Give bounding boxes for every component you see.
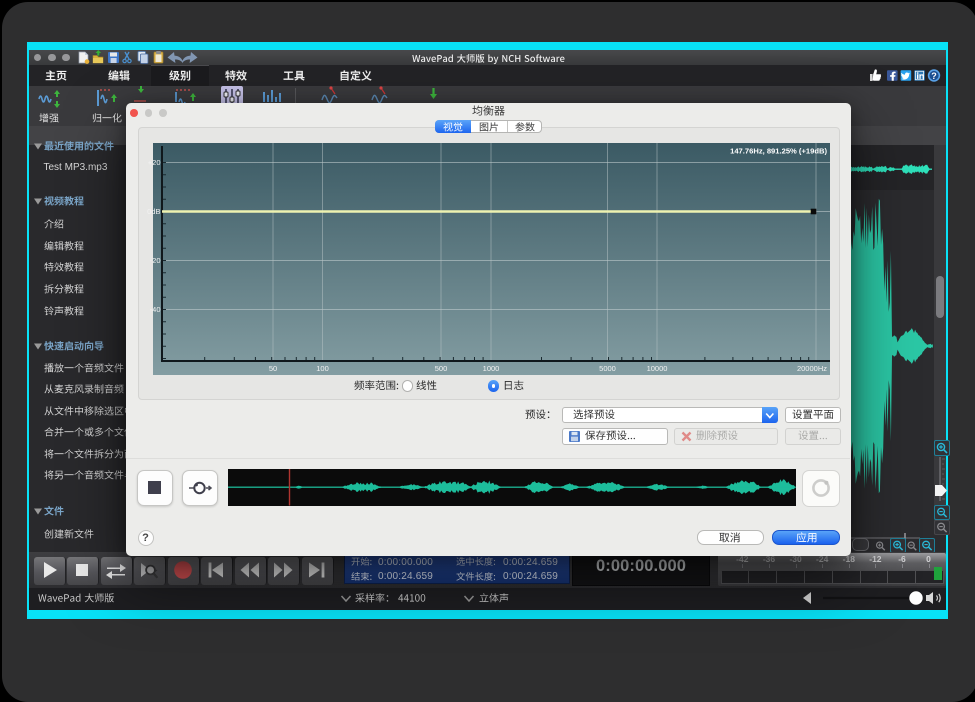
svg-text:147.76Hz, 891.25% (+19dB): 147.76Hz, 891.25% (+19dB) (730, 147, 827, 156)
svg-text:10000: 10000 (647, 364, 668, 373)
svg-text:0dB: 0dB (147, 207, 160, 216)
svg-text:500: 500 (435, 364, 448, 373)
svg-text:+20: +20 (148, 158, 161, 167)
svg-text:1000: 1000 (483, 364, 500, 373)
svg-text:50: 50 (269, 364, 277, 373)
svg-text:-40: -40 (150, 305, 161, 314)
svg-text:?: ? (931, 71, 937, 81)
svg-text:5000: 5000 (599, 364, 616, 373)
svg-text:20000Hz: 20000Hz (797, 364, 827, 373)
svg-text:-20: -20 (150, 256, 161, 265)
svg-text:100: 100 (316, 364, 329, 373)
